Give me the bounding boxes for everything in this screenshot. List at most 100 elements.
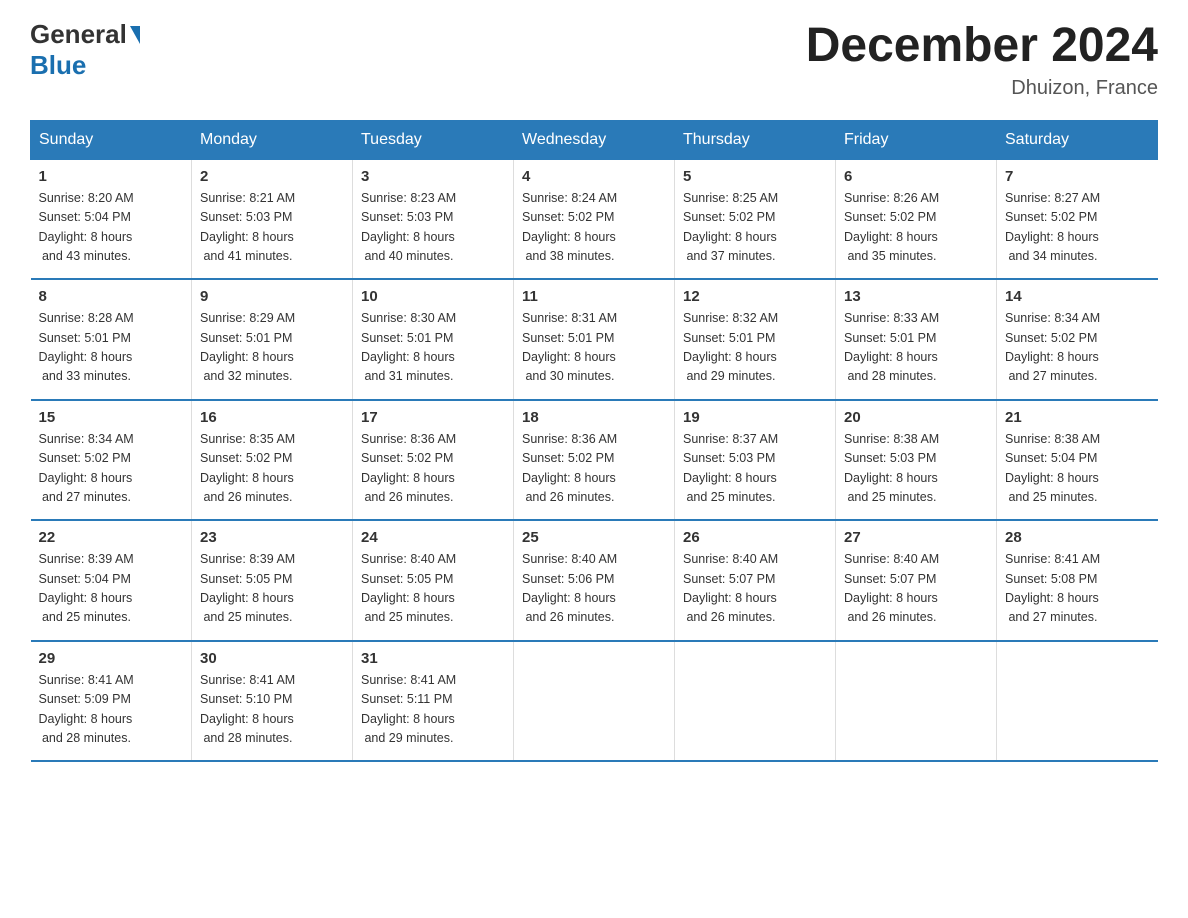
day-number: 13 xyxy=(844,288,988,305)
day-info: Sunrise: 8:41 AMSunset: 5:10 PMDaylight:… xyxy=(200,671,344,749)
logo-triangle-icon xyxy=(130,26,140,44)
logo-general: General xyxy=(30,20,127,49)
day-number: 14 xyxy=(1005,288,1150,305)
day-info: Sunrise: 8:36 AMSunset: 5:02 PMDaylight:… xyxy=(522,430,666,508)
day-number: 22 xyxy=(39,529,184,546)
day-number: 1 xyxy=(39,168,184,185)
day-number: 6 xyxy=(844,168,988,185)
calendar-week-5: 29 Sunrise: 8:41 AMSunset: 5:09 PMDaylig… xyxy=(31,641,1158,762)
day-info: Sunrise: 8:27 AMSunset: 5:02 PMDaylight:… xyxy=(1005,189,1150,267)
day-number: 8 xyxy=(39,288,184,305)
day-info: Sunrise: 8:37 AMSunset: 5:03 PMDaylight:… xyxy=(683,430,827,508)
header-saturday: Saturday xyxy=(997,120,1158,159)
day-info: Sunrise: 8:36 AMSunset: 5:02 PMDaylight:… xyxy=(361,430,505,508)
day-info: Sunrise: 8:32 AMSunset: 5:01 PMDaylight:… xyxy=(683,309,827,387)
calendar-week-4: 22 Sunrise: 8:39 AMSunset: 5:04 PMDaylig… xyxy=(31,520,1158,641)
day-number: 3 xyxy=(361,168,505,185)
calendar-week-2: 8 Sunrise: 8:28 AMSunset: 5:01 PMDayligh… xyxy=(31,279,1158,400)
calendar-day-29: 29 Sunrise: 8:41 AMSunset: 5:09 PMDaylig… xyxy=(31,641,192,762)
day-info: Sunrise: 8:41 AMSunset: 5:11 PMDaylight:… xyxy=(361,671,505,749)
day-number: 18 xyxy=(522,409,666,426)
calendar-day-3: 3 Sunrise: 8:23 AMSunset: 5:03 PMDayligh… xyxy=(353,159,514,279)
day-number: 9 xyxy=(200,288,344,305)
day-number: 20 xyxy=(844,409,988,426)
day-info: Sunrise: 8:29 AMSunset: 5:01 PMDaylight:… xyxy=(200,309,344,387)
calendar-day-1: 1 Sunrise: 8:20 AMSunset: 5:04 PMDayligh… xyxy=(31,159,192,279)
day-info: Sunrise: 8:25 AMSunset: 5:02 PMDaylight:… xyxy=(683,189,827,267)
day-info: Sunrise: 8:38 AMSunset: 5:03 PMDaylight:… xyxy=(844,430,988,508)
day-number: 4 xyxy=(522,168,666,185)
logo-blue: Blue xyxy=(30,50,86,81)
day-number: 30 xyxy=(200,650,344,667)
day-info: Sunrise: 8:28 AMSunset: 5:01 PMDaylight:… xyxy=(39,309,184,387)
day-number: 10 xyxy=(361,288,505,305)
day-info: Sunrise: 8:20 AMSunset: 5:04 PMDaylight:… xyxy=(39,189,184,267)
calendar-day-14: 14 Sunrise: 8:34 AMSunset: 5:02 PMDaylig… xyxy=(997,279,1158,400)
day-number: 15 xyxy=(39,409,184,426)
day-info: Sunrise: 8:24 AMSunset: 5:02 PMDaylight:… xyxy=(522,189,666,267)
calendar-day-13: 13 Sunrise: 8:33 AMSunset: 5:01 PMDaylig… xyxy=(836,279,997,400)
calendar-day-6: 6 Sunrise: 8:26 AMSunset: 5:02 PMDayligh… xyxy=(836,159,997,279)
calendar-week-3: 15 Sunrise: 8:34 AMSunset: 5:02 PMDaylig… xyxy=(31,400,1158,521)
day-info: Sunrise: 8:31 AMSunset: 5:01 PMDaylight:… xyxy=(522,309,666,387)
day-number: 26 xyxy=(683,529,827,546)
logo: General Blue xyxy=(30,20,140,81)
day-number: 21 xyxy=(1005,409,1150,426)
calendar-day-9: 9 Sunrise: 8:29 AMSunset: 5:01 PMDayligh… xyxy=(192,279,353,400)
day-info: Sunrise: 8:35 AMSunset: 5:02 PMDaylight:… xyxy=(200,430,344,508)
location: Dhuizon, France xyxy=(806,77,1158,100)
page-header: General Blue December 2024 Dhuizon, Fran… xyxy=(30,20,1158,100)
calendar-day-20: 20 Sunrise: 8:38 AMSunset: 5:03 PMDaylig… xyxy=(836,400,997,521)
day-info: Sunrise: 8:41 AMSunset: 5:08 PMDaylight:… xyxy=(1005,550,1150,628)
calendar-day-19: 19 Sunrise: 8:37 AMSunset: 5:03 PMDaylig… xyxy=(675,400,836,521)
title-section: December 2024 Dhuizon, France xyxy=(806,20,1158,100)
empty-cell xyxy=(514,641,675,762)
calendar-header-row: SundayMondayTuesdayWednesdayThursdayFrid… xyxy=(31,120,1158,159)
calendar-day-7: 7 Sunrise: 8:27 AMSunset: 5:02 PMDayligh… xyxy=(997,159,1158,279)
calendar-day-25: 25 Sunrise: 8:40 AMSunset: 5:06 PMDaylig… xyxy=(514,520,675,641)
day-info: Sunrise: 8:40 AMSunset: 5:05 PMDaylight:… xyxy=(361,550,505,628)
day-info: Sunrise: 8:39 AMSunset: 5:05 PMDaylight:… xyxy=(200,550,344,628)
calendar-day-2: 2 Sunrise: 8:21 AMSunset: 5:03 PMDayligh… xyxy=(192,159,353,279)
calendar-day-31: 31 Sunrise: 8:41 AMSunset: 5:11 PMDaylig… xyxy=(353,641,514,762)
calendar-day-12: 12 Sunrise: 8:32 AMSunset: 5:01 PMDaylig… xyxy=(675,279,836,400)
day-number: 16 xyxy=(200,409,344,426)
day-number: 7 xyxy=(1005,168,1150,185)
calendar-table: SundayMondayTuesdayWednesdayThursdayFrid… xyxy=(30,120,1158,763)
day-info: Sunrise: 8:23 AMSunset: 5:03 PMDaylight:… xyxy=(361,189,505,267)
calendar-day-16: 16 Sunrise: 8:35 AMSunset: 5:02 PMDaylig… xyxy=(192,400,353,521)
day-info: Sunrise: 8:38 AMSunset: 5:04 PMDaylight:… xyxy=(1005,430,1150,508)
calendar-day-10: 10 Sunrise: 8:30 AMSunset: 5:01 PMDaylig… xyxy=(353,279,514,400)
day-number: 11 xyxy=(522,288,666,305)
calendar-day-8: 8 Sunrise: 8:28 AMSunset: 5:01 PMDayligh… xyxy=(31,279,192,400)
calendar-day-17: 17 Sunrise: 8:36 AMSunset: 5:02 PMDaylig… xyxy=(353,400,514,521)
calendar-day-30: 30 Sunrise: 8:41 AMSunset: 5:10 PMDaylig… xyxy=(192,641,353,762)
day-info: Sunrise: 8:40 AMSunset: 5:06 PMDaylight:… xyxy=(522,550,666,628)
header-tuesday: Tuesday xyxy=(353,120,514,159)
day-info: Sunrise: 8:21 AMSunset: 5:03 PMDaylight:… xyxy=(200,189,344,267)
day-number: 24 xyxy=(361,529,505,546)
header-wednesday: Wednesday xyxy=(514,120,675,159)
empty-cell xyxy=(675,641,836,762)
day-number: 17 xyxy=(361,409,505,426)
calendar-week-1: 1 Sunrise: 8:20 AMSunset: 5:04 PMDayligh… xyxy=(31,159,1158,279)
day-info: Sunrise: 8:34 AMSunset: 5:02 PMDaylight:… xyxy=(1005,309,1150,387)
day-number: 23 xyxy=(200,529,344,546)
day-info: Sunrise: 8:41 AMSunset: 5:09 PMDaylight:… xyxy=(39,671,184,749)
day-info: Sunrise: 8:40 AMSunset: 5:07 PMDaylight:… xyxy=(683,550,827,628)
calendar-day-5: 5 Sunrise: 8:25 AMSunset: 5:02 PMDayligh… xyxy=(675,159,836,279)
day-info: Sunrise: 8:34 AMSunset: 5:02 PMDaylight:… xyxy=(39,430,184,508)
header-sunday: Sunday xyxy=(31,120,192,159)
header-monday: Monday xyxy=(192,120,353,159)
calendar-day-27: 27 Sunrise: 8:40 AMSunset: 5:07 PMDaylig… xyxy=(836,520,997,641)
day-number: 28 xyxy=(1005,529,1150,546)
day-number: 27 xyxy=(844,529,988,546)
calendar-day-26: 26 Sunrise: 8:40 AMSunset: 5:07 PMDaylig… xyxy=(675,520,836,641)
day-number: 2 xyxy=(200,168,344,185)
day-info: Sunrise: 8:40 AMSunset: 5:07 PMDaylight:… xyxy=(844,550,988,628)
empty-cell xyxy=(836,641,997,762)
day-number: 12 xyxy=(683,288,827,305)
calendar-day-21: 21 Sunrise: 8:38 AMSunset: 5:04 PMDaylig… xyxy=(997,400,1158,521)
calendar-day-28: 28 Sunrise: 8:41 AMSunset: 5:08 PMDaylig… xyxy=(997,520,1158,641)
day-number: 5 xyxy=(683,168,827,185)
